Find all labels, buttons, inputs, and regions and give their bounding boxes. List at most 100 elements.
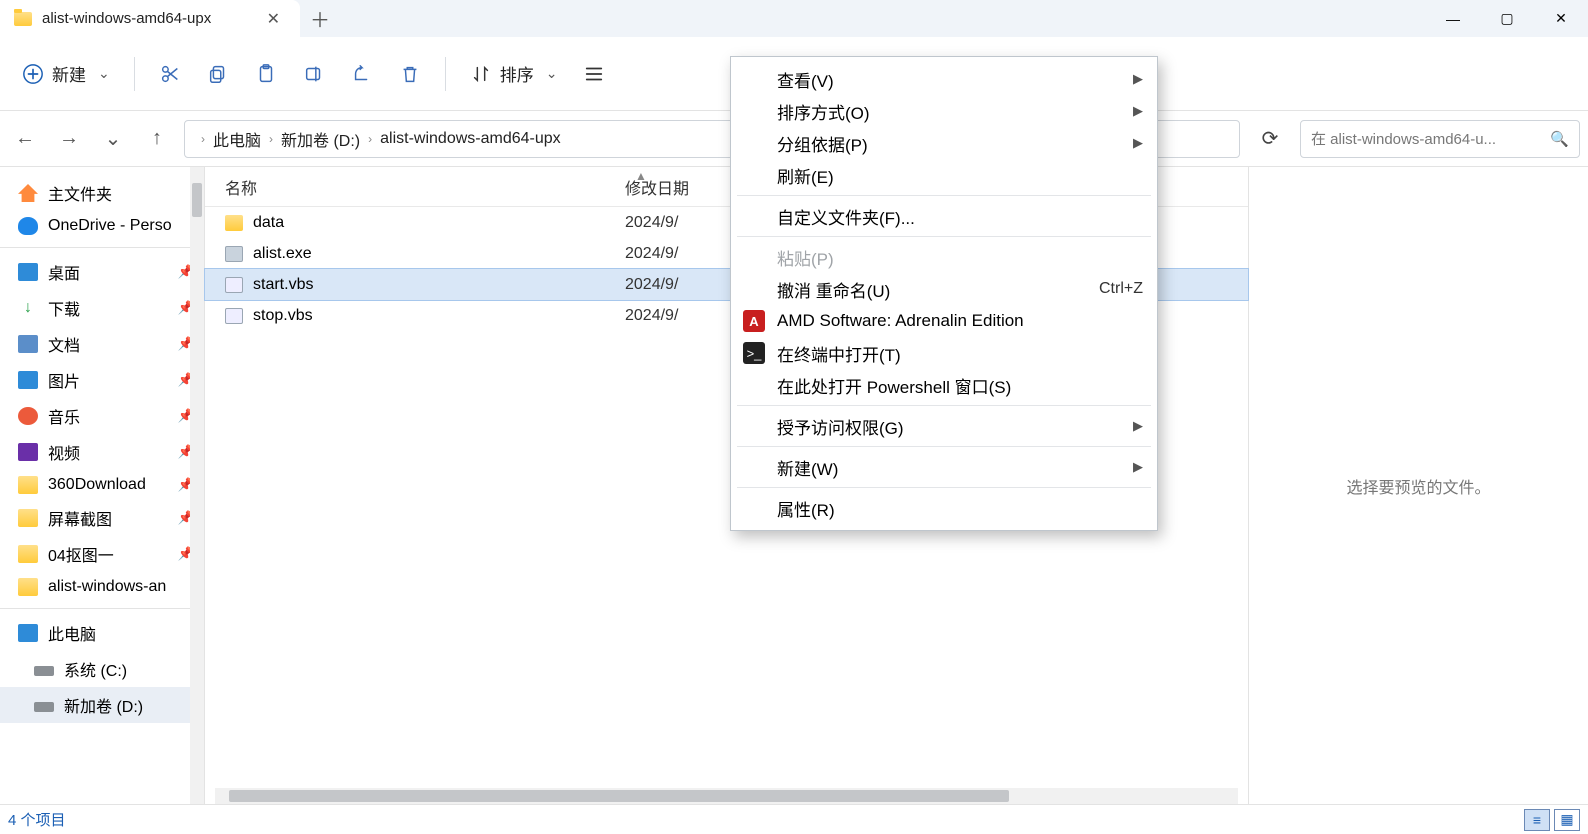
sidebar-scrollbar[interactable]	[190, 167, 204, 804]
scrollbar-thumb[interactable]	[192, 183, 202, 217]
ctx-label: 粘贴(P)	[777, 245, 834, 270]
ctx-new[interactable]: 新建(W)▶	[731, 451, 1157, 483]
recent-button[interactable]: ⌄	[96, 122, 130, 156]
chevron-right-icon: ›	[269, 132, 273, 146]
sort-icon	[470, 63, 492, 85]
sort-button[interactable]: 排序	[460, 53, 568, 94]
breadcrumb-root[interactable]: 此电脑	[213, 127, 261, 151]
sidebar-item-onedrive[interactable]: OneDrive - Perso	[0, 211, 204, 241]
ctx-label: 新建(W)	[777, 455, 838, 480]
view-button[interactable]	[573, 55, 615, 93]
context-menu: 查看(V) ▶ 排序方式(O)▶ 分组依据(P)▶ 刷新(E) 自定义文件夹(F)…	[730, 56, 1158, 531]
sidebar-item-label: OneDrive - Perso	[48, 217, 172, 235]
maximize-button[interactable]: ▢	[1480, 0, 1534, 37]
ctx-sort-by[interactable]: 排序方式(O)▶	[731, 95, 1157, 127]
sidebar-item-label: 视频	[48, 440, 80, 464]
folder-icon	[14, 12, 32, 26]
ctx-view[interactable]: 查看(V) ▶	[731, 63, 1157, 95]
tab-close-button[interactable]: ✕	[261, 7, 286, 31]
sidebar-item-drive-c[interactable]: 系统 (C:)	[0, 651, 204, 687]
refresh-button[interactable]: ⟳	[1250, 120, 1290, 158]
tab-title: alist-windows-amd64-upx	[42, 10, 251, 27]
sidebar-item-screenshots[interactable]: 屏幕截图📌	[0, 500, 204, 536]
chevron-right-icon: ▶	[1133, 418, 1143, 434]
sidebar-item-thispc[interactable]: 此电脑	[0, 615, 204, 651]
sidebar-item-label: 04抠图一	[48, 542, 114, 566]
thumbnails-view-button[interactable]: ▦	[1554, 809, 1580, 831]
scrollbar-thumb[interactable]	[229, 790, 1009, 802]
pictures-icon	[18, 371, 38, 389]
sidebar-item-pictures[interactable]: 图片📌	[0, 362, 204, 398]
sidebar-item-desktop[interactable]: 桌面📌	[0, 254, 204, 290]
ctx-label: 查看(V)	[777, 67, 834, 92]
toolbar-divider	[445, 57, 446, 91]
share-button[interactable]	[341, 55, 383, 93]
ctx-label: 属性(R)	[777, 496, 835, 521]
file-name-cell: start.vbs	[205, 276, 625, 294]
music-icon	[18, 407, 38, 425]
chevron-right-icon: ▶	[1133, 71, 1143, 87]
ctx-properties[interactable]: 属性(R)	[731, 492, 1157, 524]
breadcrumb-drive[interactable]: 新加卷 (D:)	[281, 127, 360, 151]
ctx-customize-folder[interactable]: 自定义文件夹(F)...	[731, 200, 1157, 232]
forward-button[interactable]: →	[52, 122, 86, 156]
minimize-button[interactable]: —	[1426, 0, 1480, 37]
sidebar-item-alist[interactable]: alist-windows-an	[0, 572, 204, 602]
back-button[interactable]: ←	[8, 122, 42, 156]
sidebar-item-downloads[interactable]: ↓下载📌	[0, 290, 204, 326]
sidebar-item-folder04[interactable]: 04抠图一📌	[0, 536, 204, 572]
clipboard-icon	[255, 63, 277, 85]
share-icon	[351, 63, 373, 85]
new-label: 新建	[52, 61, 86, 86]
home-icon	[18, 184, 38, 202]
sidebar-item-label: 主文件夹	[48, 181, 112, 205]
new-tab-button[interactable]: ＋	[300, 0, 340, 37]
sidebar-item-home[interactable]: 主文件夹	[0, 175, 204, 211]
window-tab[interactable]: alist-windows-amd64-upx ✕	[0, 0, 300, 37]
sidebar-item-label: 音乐	[48, 404, 80, 428]
sidebar-item-music[interactable]: 音乐📌	[0, 398, 204, 434]
ctx-refresh[interactable]: 刷新(E)	[731, 159, 1157, 191]
ctx-amd-software[interactable]: AAMD Software: Adrenalin Edition	[731, 305, 1157, 337]
close-button[interactable]: ✕	[1534, 0, 1588, 37]
ctx-open-powershell[interactable]: 在此处打开 Powershell 窗口(S)	[731, 369, 1157, 401]
folder-icon	[18, 476, 38, 494]
horizontal-scrollbar[interactable]	[215, 788, 1238, 804]
folder-icon	[18, 545, 38, 563]
ctx-label: AMD Software: Adrenalin Edition	[777, 311, 1024, 331]
delete-button[interactable]	[389, 55, 431, 93]
up-button[interactable]: ↑	[140, 122, 174, 156]
sidebar-item-label: alist-windows-an	[48, 578, 166, 596]
sort-label: 排序	[500, 61, 534, 86]
copy-button[interactable]	[197, 55, 239, 93]
paste-button[interactable]	[245, 55, 287, 93]
ctx-undo-rename[interactable]: 撤消 重命名(U)Ctrl+Z	[731, 273, 1157, 305]
sidebar-item-360download[interactable]: 360Download📌	[0, 470, 204, 500]
ctx-open-terminal[interactable]: >_在终端中打开(T)	[731, 337, 1157, 369]
ctx-label: 撤消 重命名(U)	[777, 277, 890, 302]
download-icon: ↓	[18, 299, 38, 317]
ctx-group-by[interactable]: 分组依据(P)▶	[731, 127, 1157, 159]
ctx-give-access[interactable]: 授予访问权限(G)▶	[731, 410, 1157, 442]
rename-button[interactable]	[293, 55, 335, 93]
pc-icon	[18, 624, 38, 642]
desktop-icon	[18, 263, 38, 281]
details-view-button[interactable]: ≡	[1524, 809, 1550, 831]
sidebar-item-label: 此电脑	[48, 621, 96, 645]
terminal-icon: >_	[743, 342, 765, 364]
new-button[interactable]: 新建	[12, 53, 120, 94]
ctx-paste: 粘贴(P)	[731, 241, 1157, 273]
search-input[interactable]: 在 alist-windows-amd64-u... 🔍	[1300, 120, 1580, 158]
cut-button[interactable]	[149, 55, 191, 93]
sidebar-item-drive-d[interactable]: 新加卷 (D:)	[0, 687, 204, 723]
drive-icon	[34, 666, 54, 676]
sidebar-item-label: 文档	[48, 332, 80, 356]
breadcrumb-folder[interactable]: alist-windows-amd64-upx	[380, 130, 561, 148]
sidebar-item-videos[interactable]: 视频📌	[0, 434, 204, 470]
sidebar-item-documents[interactable]: 文档📌	[0, 326, 204, 362]
ctx-separator	[737, 405, 1151, 406]
ctx-label: 刷新(E)	[777, 163, 834, 188]
column-name[interactable]: 名称	[205, 175, 625, 199]
ctx-separator	[737, 195, 1151, 196]
file-name-cell: stop.vbs	[205, 307, 625, 325]
